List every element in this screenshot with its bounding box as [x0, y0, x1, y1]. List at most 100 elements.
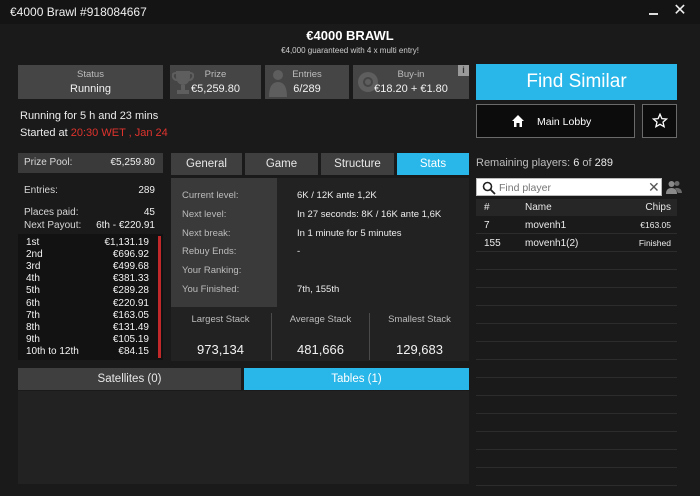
smallest-stack-value: 129,683 [396, 342, 443, 357]
empty-row [476, 325, 677, 342]
payout-place: 2nd [26, 249, 43, 261]
remaining-of: of [582, 157, 592, 169]
remaining-total: 289 [594, 157, 614, 169]
player-name: movenh1(2) [525, 238, 579, 249]
current-level-value: 6K / 12K ante 1,2K [297, 190, 377, 201]
stat-label: You Finished: [182, 284, 240, 295]
next-payout-label: Next Payout: [24, 220, 82, 231]
stat-label: Next level: [182, 209, 227, 220]
payout-amount: €105.19 [112, 333, 149, 345]
tab-game[interactable]: Game [245, 153, 318, 175]
player-rank: 7 [484, 220, 490, 231]
search-input[interactable] [499, 180, 639, 195]
player-search: ✕ [476, 178, 662, 196]
payout-list[interactable]: 1st €1,131.19 2nd €696.92 3rd €499.68 4th €381.… [18, 234, 163, 360]
payout-amount: €163.05 [112, 309, 149, 321]
player-chips: €163.05 [640, 220, 671, 230]
empty-row [476, 361, 677, 378]
payout-place: 4th [26, 273, 40, 285]
player-rank: 155 [484, 238, 501, 249]
smallest-stack: Smallest Stack 129,683 [370, 312, 469, 360]
remaining-count: 6 [573, 157, 580, 169]
tab-satellites[interactable]: Satellites (0) [18, 368, 241, 390]
prize-pool-row: Prize Pool: €5,259.80 [18, 153, 163, 173]
next-level-value: In 27 seconds: 8K / 16K ante 1,6K [297, 209, 442, 220]
payout-place: 5th [26, 285, 40, 297]
rebuy-ends-value: - [297, 246, 301, 257]
prize-tile: Prize €5,259.80 [170, 65, 261, 99]
empty-row [476, 289, 677, 306]
payout-scrollbar[interactable] [158, 236, 161, 358]
prize-value: €5,259.80 [191, 83, 240, 95]
payout-amount: €499.68 [112, 261, 149, 273]
average-stack: Average Stack 481,666 [272, 312, 369, 360]
next-break-value: In 1 minute for 5 minutes [297, 228, 402, 239]
main-lobby-button[interactable]: Main Lobby [476, 104, 635, 138]
buyin-tile: Buy-in €18.20 + €1.80 [353, 65, 469, 99]
tab-structure[interactable]: Structure [321, 153, 394, 175]
places-paid-value: 45 [143, 207, 155, 218]
payout-amount: €381.33 [112, 273, 149, 285]
entries-value: 6/289 [293, 83, 321, 95]
tab-stats[interactable]: Stats [397, 153, 469, 175]
largest-stack-label: Largest Stack [191, 314, 250, 325]
empty-row [476, 433, 677, 450]
payout-place: 10th to 12th [26, 345, 79, 357]
payout-row: 4th €381.33 [18, 273, 159, 285]
player-chips: Finished [638, 238, 671, 248]
empty-row [476, 415, 677, 432]
tab-tables[interactable]: Tables (1) [244, 368, 469, 390]
payout-row: 5th €289.28 [18, 285, 159, 297]
prize-label: Prize [204, 69, 227, 80]
payout-amount: €1,131.19 [104, 237, 150, 248]
star-icon [652, 113, 668, 129]
empty-row [476, 343, 677, 360]
tables-panel [18, 391, 469, 484]
close-icon[interactable]: ✕ [671, 2, 689, 20]
payout-row: 3rd €499.68 [18, 261, 159, 273]
largest-stack-value: 973,134 [197, 342, 244, 357]
favorite-button[interactable] [642, 104, 677, 138]
buyin-value: €18.20 + €1.80 [374, 83, 448, 95]
minimize-icon [649, 13, 658, 15]
running-prefix: Running for [20, 110, 77, 122]
col-rank: # [484, 202, 490, 213]
payout-row: 10th to 12th €84.15 [18, 346, 159, 358]
minimize-button[interactable] [646, 2, 662, 20]
payout-place: 1st [26, 237, 40, 248]
stat-label: Current level: [182, 190, 239, 201]
search-icon [482, 181, 496, 195]
tab-general[interactable]: General [171, 153, 242, 175]
next-payout-value: 6th - €220.91 [96, 220, 155, 231]
find-similar-button[interactable]: Find Similar [476, 64, 677, 100]
col-name: Name [525, 202, 552, 213]
payout-row: 7th €163.05 [18, 310, 159, 322]
main-lobby-label: Main Lobby [537, 116, 592, 128]
people-icon[interactable] [666, 180, 682, 194]
stat-label: Rebuy Ends: [182, 246, 237, 257]
empty-row [476, 307, 677, 324]
table-row[interactable]: 155 movenh1(2) Finished [476, 235, 677, 252]
info-icon[interactable]: i [458, 65, 469, 76]
payout-amount: €289.28 [112, 285, 149, 297]
payout-amount: €131.49 [112, 321, 149, 333]
stat-label: Your Ranking: [182, 265, 242, 276]
tournament-subtitle: €4,000 guaranteed with 4 x multi entry! [281, 46, 419, 55]
average-stack-value: 481,666 [297, 342, 344, 357]
entries-label: Entries [292, 69, 322, 80]
entries-row-label: Entries: [24, 185, 58, 196]
empty-row [476, 469, 677, 486]
payout-row: 2nd €696.92 [18, 249, 159, 261]
payout-place: 6th [26, 297, 40, 309]
started-datetime: 20:30 WET , Jan 24 [70, 127, 168, 139]
running-time: Running for 5 h and 23 mins [20, 110, 158, 122]
clear-icon[interactable]: ✕ [648, 179, 660, 195]
places-paid-label: Places paid: [24, 207, 79, 218]
table-row[interactable]: 7 movenh1 €163.05 [476, 217, 677, 234]
players-table-header: # Name Chips [476, 199, 677, 216]
stat-label: Next break: [182, 228, 231, 239]
home-icon [512, 115, 524, 127]
payout-place: 8th [26, 321, 40, 333]
entries-row-value: 289 [138, 185, 155, 196]
remaining-label: Remaining players: [476, 157, 571, 169]
